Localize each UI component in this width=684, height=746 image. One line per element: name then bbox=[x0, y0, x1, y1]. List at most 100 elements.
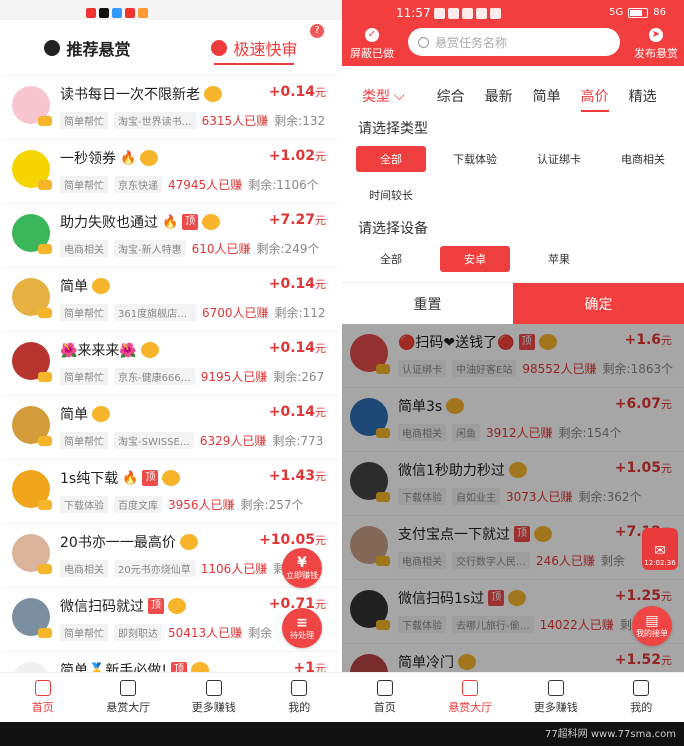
task-category: 简单帮忙 bbox=[60, 432, 108, 449]
reset-button[interactable]: 重置 bbox=[342, 283, 513, 324]
task-earned: 1106人已赚 bbox=[200, 562, 268, 576]
task-earned: 610人已赚 bbox=[191, 242, 251, 256]
weibo-icon bbox=[476, 8, 487, 19]
tab-high-price[interactable]: 高价 bbox=[580, 86, 609, 112]
device-option-android[interactable]: 安卓 bbox=[440, 246, 510, 272]
task-category: 简单帮忙 bbox=[60, 112, 108, 129]
type-dropdown[interactable]: 类型 ⌵ bbox=[362, 86, 405, 106]
task-reward: +0.14元 bbox=[268, 276, 326, 292]
type-option-bind-card[interactable]: 认证绑卡 bbox=[524, 146, 594, 172]
nav-item-0[interactable]: 首页 bbox=[0, 673, 86, 722]
device-options: 全部 安卓 苹果 bbox=[342, 246, 684, 272]
task-title: 微信扫码就过 bbox=[60, 599, 144, 615]
header: 11:57 5G 86 ✓ 屏蔽已做 悬赏任务名称 ➤ 发布悬赏 bbox=[342, 0, 684, 66]
top-tabs: 推荐悬赏 极速快审 ? bbox=[4, 20, 338, 76]
nav-item-0[interactable]: 首页 bbox=[342, 673, 428, 722]
task-row[interactable]: 简单 +0.14元 简单帮忙 361度旗舰店0… 6700人已赚 剩余:112 bbox=[4, 268, 338, 332]
task-title-line: 助力失败也通过 🔥 顶 bbox=[60, 212, 221, 232]
nav-item-1[interactable]: 悬赏大厅 bbox=[428, 673, 514, 722]
nav-item-2[interactable]: 更多赚钱 bbox=[513, 673, 599, 722]
red-packet-timer[interactable]: ✉ 12:02:36 bbox=[642, 528, 678, 570]
type-option-all[interactable]: 全部 bbox=[356, 146, 426, 172]
task-remaining: 剩余:257个 bbox=[240, 498, 304, 512]
task-shop: 即刻职达 bbox=[114, 624, 162, 641]
nav-item-1[interactable]: 悬赏大厅 bbox=[86, 673, 172, 722]
task-earned: 47945人已赚 bbox=[168, 178, 243, 192]
task-reward: +0.14元 bbox=[268, 340, 326, 356]
tab-all[interactable]: 综合 bbox=[437, 86, 465, 106]
tab-latest[interactable]: 最新 bbox=[485, 86, 513, 106]
task-shop: 自如业主 bbox=[452, 488, 500, 505]
task-row[interactable]: 🌺来来来🌺 +0.14元 简单帮忙 京东-健康666… 9195人已赚 剩余:267 bbox=[4, 332, 338, 396]
fast-review-badge-icon bbox=[446, 398, 465, 414]
task-earned: 6700人已赚 bbox=[202, 306, 269, 320]
task-reward: +7.27元 bbox=[268, 212, 326, 228]
task-title: 20书亦一一最高价 bbox=[60, 535, 176, 551]
fast-review-badge-icon bbox=[202, 214, 221, 230]
task-row[interactable]: 读书每日一次不限新老 +0.14元 简单帮忙 淘宝-世界读书… 6315人已赚 剩余:13… bbox=[4, 76, 338, 140]
task-remaining: 剩余 bbox=[600, 554, 625, 568]
type-label: 请选择类型 bbox=[358, 121, 428, 137]
task-title-line: 简单冷门 bbox=[398, 652, 476, 672]
nav-item-3[interactable]: 我的 bbox=[257, 673, 343, 722]
nav-item-2[interactable]: 更多赚钱 bbox=[171, 673, 257, 722]
tab-featured[interactable]: 精选 bbox=[629, 86, 657, 106]
task-row[interactable]: 1s纯下载 🔥 顶 +1.43元 下载体验 百度文库 3956人已赚 剩余:257个 bbox=[4, 460, 338, 524]
tab-simple[interactable]: 简单 bbox=[533, 86, 561, 106]
badge-icon bbox=[38, 500, 52, 510]
badge-icon bbox=[38, 628, 52, 638]
task-shop: 20元书亦烧仙草 bbox=[114, 560, 195, 577]
device-option-all[interactable]: 全部 bbox=[356, 246, 426, 272]
device-option-ios[interactable]: 苹果 bbox=[524, 246, 594, 272]
task-avatar bbox=[12, 214, 52, 254]
tab-recommended[interactable]: 推荐悬赏 bbox=[4, 36, 171, 60]
chevron-down-icon: ⌵ bbox=[394, 88, 405, 104]
my-orders-button[interactable]: ▤ 我的接单 bbox=[632, 606, 672, 646]
search-input[interactable]: 悬赏任务名称 bbox=[408, 28, 620, 56]
type-option-download[interactable]: 下载体验 bbox=[440, 146, 510, 172]
badge-icon bbox=[38, 308, 52, 318]
type-option-long[interactable]: 时间较长 bbox=[356, 182, 426, 208]
help-icon[interactable]: ? bbox=[310, 24, 324, 38]
task-row[interactable]: 简单 +0.14元 简单帮忙 淘宝-SWISSE… 6329人已赚 剩余:773 bbox=[4, 396, 338, 460]
task-row[interactable]: 🔴扫码❤送钱了🔴 顶 +1.6元 认证绑卡 中油好客E站 98552人已赚 剩余:1863个 bbox=[342, 324, 684, 388]
task-title: 微信1秒助力秒过 bbox=[398, 463, 505, 479]
gamepad-icon bbox=[205, 680, 222, 696]
task-meta: 下载体验去哪儿旅行-偷…14022人已赚剩余:804 bbox=[398, 616, 671, 633]
fast-review-badge-icon bbox=[204, 86, 222, 102]
task-remaining: 剩余:154个 bbox=[558, 426, 622, 440]
task-avatar bbox=[12, 278, 52, 318]
task-reward: +1.52元 bbox=[614, 652, 672, 668]
type-option-ecommerce[interactable]: 电商相关 bbox=[608, 146, 678, 172]
task-row[interactable]: 支付宝点一下就过顶+7.12元电商相关交行数字人民…246人已赚剩余 bbox=[342, 516, 684, 580]
shield-done-button[interactable]: ✓ 屏蔽已做 bbox=[350, 28, 394, 61]
task-shop: 京东快递 bbox=[114, 176, 162, 193]
confirm-button[interactable]: 确定 bbox=[513, 283, 684, 324]
top-tag-icon: 顶 bbox=[518, 334, 535, 350]
task-meta: 简单帮忙 即刻职达 50413人已赚 剩余 bbox=[60, 624, 272, 641]
task-shop: 闲鱼 bbox=[452, 424, 480, 441]
task-avatar bbox=[12, 534, 52, 574]
task-category: 简单帮忙 bbox=[60, 304, 108, 321]
task-row[interactable]: 微信扫码1s过顶+1.25元下载体验去哪儿旅行-偷…14022人已赚剩余:804 bbox=[342, 580, 684, 644]
tiktok-icon bbox=[99, 8, 109, 18]
task-row[interactable]: 简单3s +6.07元 电商相关 闲鱼 3912人已赚 剩余:154个 bbox=[342, 388, 684, 452]
nav-item-3[interactable]: 我的 bbox=[599, 673, 684, 722]
task-avatar bbox=[12, 406, 52, 446]
fire-icon bbox=[44, 39, 61, 56]
task-row[interactable]: 一秒领券 🔥 +1.02元 简单帮忙 京东快递 47945人已赚 剩余:1106个 bbox=[4, 140, 338, 204]
pending-button[interactable]: ≡ 待处理 bbox=[282, 608, 322, 648]
earn-now-button[interactable]: ¥ 立即赚钱 bbox=[282, 548, 322, 588]
task-row[interactable]: 微信1秒助力秒过 +1.05元 下载体验 自如业主 3073人已赚 剩余:362个 bbox=[342, 452, 684, 516]
task-earned: 6329人已赚 bbox=[199, 434, 267, 448]
tab-fast-review[interactable]: 极速快审 bbox=[171, 36, 338, 60]
task-earned: 246人已赚 bbox=[536, 554, 595, 568]
task-earned: 6315人已赚 bbox=[201, 114, 269, 128]
task-earned: 50413人已赚 bbox=[168, 626, 243, 640]
task-earned: 3956人已赚 bbox=[168, 498, 235, 512]
task-avatar bbox=[12, 598, 52, 638]
task-meta: 简单帮忙 淘宝-世界读书… 6315人已赚 剩余:132 bbox=[60, 112, 325, 129]
task-shop: 去哪儿旅行-偷… bbox=[452, 616, 534, 633]
task-row[interactable]: 助力失败也通过 🔥 顶 +7.27元 电商相关 淘宝-新人特惠 610人已赚 剩余:249个 bbox=[4, 204, 338, 268]
publish-bounty-button[interactable]: ➤ 发布悬赏 bbox=[634, 28, 678, 61]
